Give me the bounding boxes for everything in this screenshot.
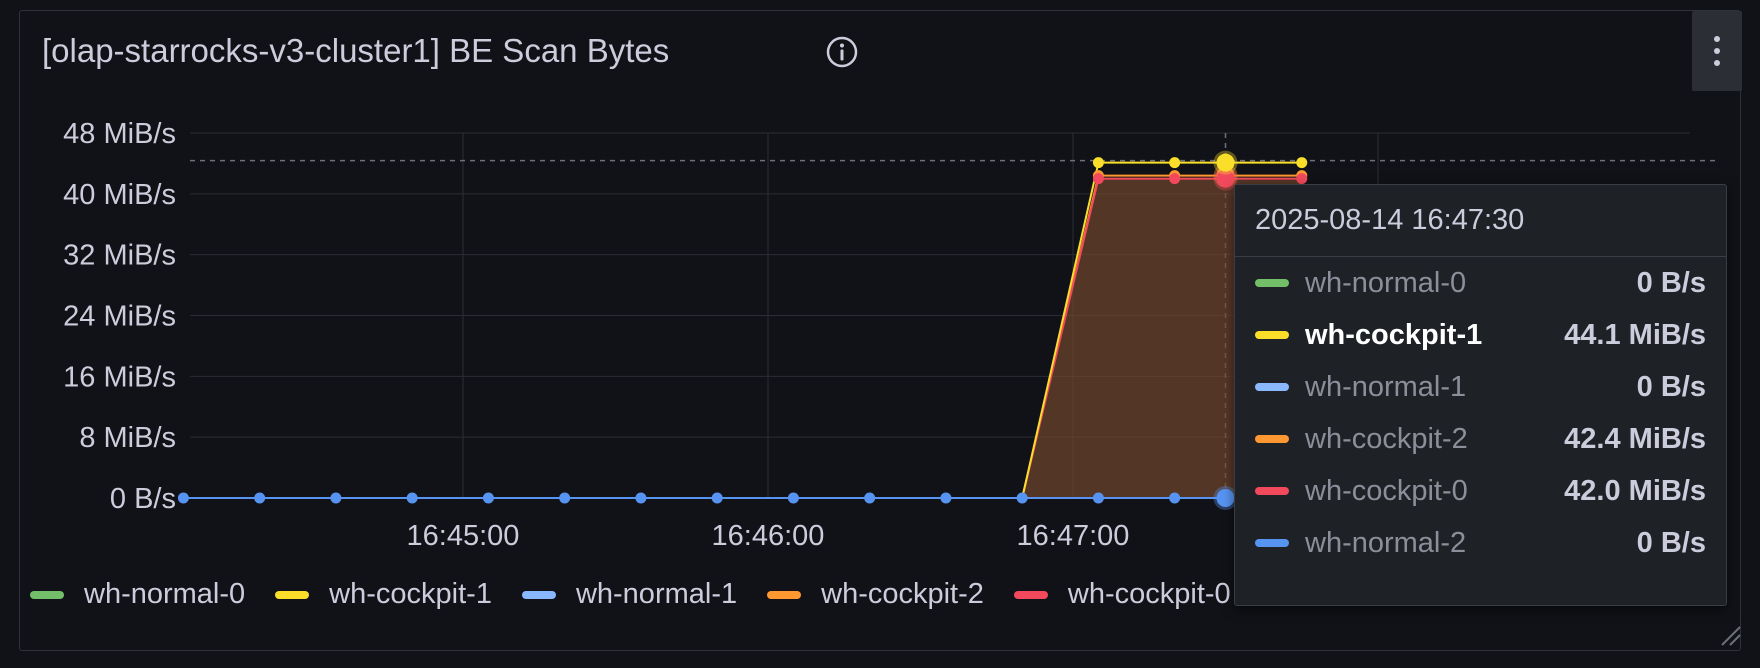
tooltip-swatch (1255, 539, 1289, 547)
legend-label: wh-cockpit-0 (1067, 578, 1231, 610)
legend-item[interactable]: wh-cockpit-2 (767, 578, 984, 611)
tooltip-series-name: wh-cockpit-1 (1305, 318, 1483, 351)
legend-swatch (1013, 590, 1048, 599)
tooltip-swatch (1255, 435, 1289, 443)
tooltip-series-name: wh-normal-1 (1305, 370, 1467, 403)
legend-swatch (30, 590, 64, 599)
legend-swatch (521, 590, 556, 599)
tooltip-swatch (1255, 279, 1289, 287)
hover-tooltip: 2025-08-14 16:47:30 wh-normal-0 0 B/s wh-c… (1234, 184, 1727, 606)
tooltip-series-value: 44.1 MiB/s (1564, 318, 1706, 351)
tooltip-series-value: 42.4 MiB/s (1564, 422, 1706, 455)
tooltip-swatch (1255, 487, 1289, 495)
legend-item[interactable]: wh-cockpit-0 (1013, 578, 1231, 611)
legend-swatch (275, 590, 310, 599)
tooltip-row: wh-normal-1 0 B/s (1255, 367, 1706, 407)
tooltip-row: wh-cockpit-0 42.0 MiB/s (1255, 471, 1706, 511)
tooltip-divider (1235, 256, 1726, 257)
tooltip-swatch (1255, 331, 1289, 339)
legend-label: wh-normal-1 (575, 578, 738, 610)
legend-item[interactable]: wh-normal-0 (30, 578, 245, 611)
legend-label: wh-normal-0 (84, 578, 246, 610)
chart-legend: wh-normal-0 wh-cockpit-1 wh-normal-1 wh-coc… (30, 578, 1261, 611)
legend-label: wh-cockpit-2 (821, 578, 984, 610)
legend-item[interactable]: wh-cockpit-1 (275, 578, 492, 611)
tooltip-row: wh-normal-0 0 B/s (1255, 263, 1706, 303)
tooltip-row: wh-normal-2 0 B/s (1255, 523, 1706, 563)
tooltip-series-name: wh-cockpit-2 (1305, 422, 1468, 455)
tooltip-series-value: 0 B/s (1636, 526, 1706, 559)
tooltip-swatch (1255, 383, 1289, 391)
kebab-menu-icon[interactable] (1692, 11, 1742, 91)
tooltip-series-value: 42.0 MiB/s (1564, 474, 1706, 507)
tooltip-series-name: wh-normal-2 (1305, 526, 1467, 559)
tooltip-series-name: wh-normal-0 (1305, 266, 1467, 299)
legend-item[interactable]: wh-normal-1 (521, 578, 738, 611)
panel-title: [olap-starrocks-v3-cluster1] BE Scan Byt… (42, 32, 670, 69)
tooltip-row: wh-cockpit-2 42.4 MiB/s (1255, 419, 1706, 459)
tooltip-series-value: 0 B/s (1636, 370, 1706, 403)
tooltip-series-name: wh-cockpit-0 (1305, 474, 1468, 507)
tooltip-series-value: 0 B/s (1636, 266, 1706, 299)
legend-label: wh-cockpit-1 (329, 578, 492, 610)
tooltip-row: wh-cockpit-1 44.1 MiB/s (1255, 315, 1706, 355)
info-circle-icon[interactable] (825, 35, 859, 69)
tooltip-timestamp: 2025-08-14 16:47:30 (1255, 204, 1525, 236)
legend-swatch (767, 590, 802, 599)
resize-handle-icon[interactable] (1720, 625, 1742, 647)
